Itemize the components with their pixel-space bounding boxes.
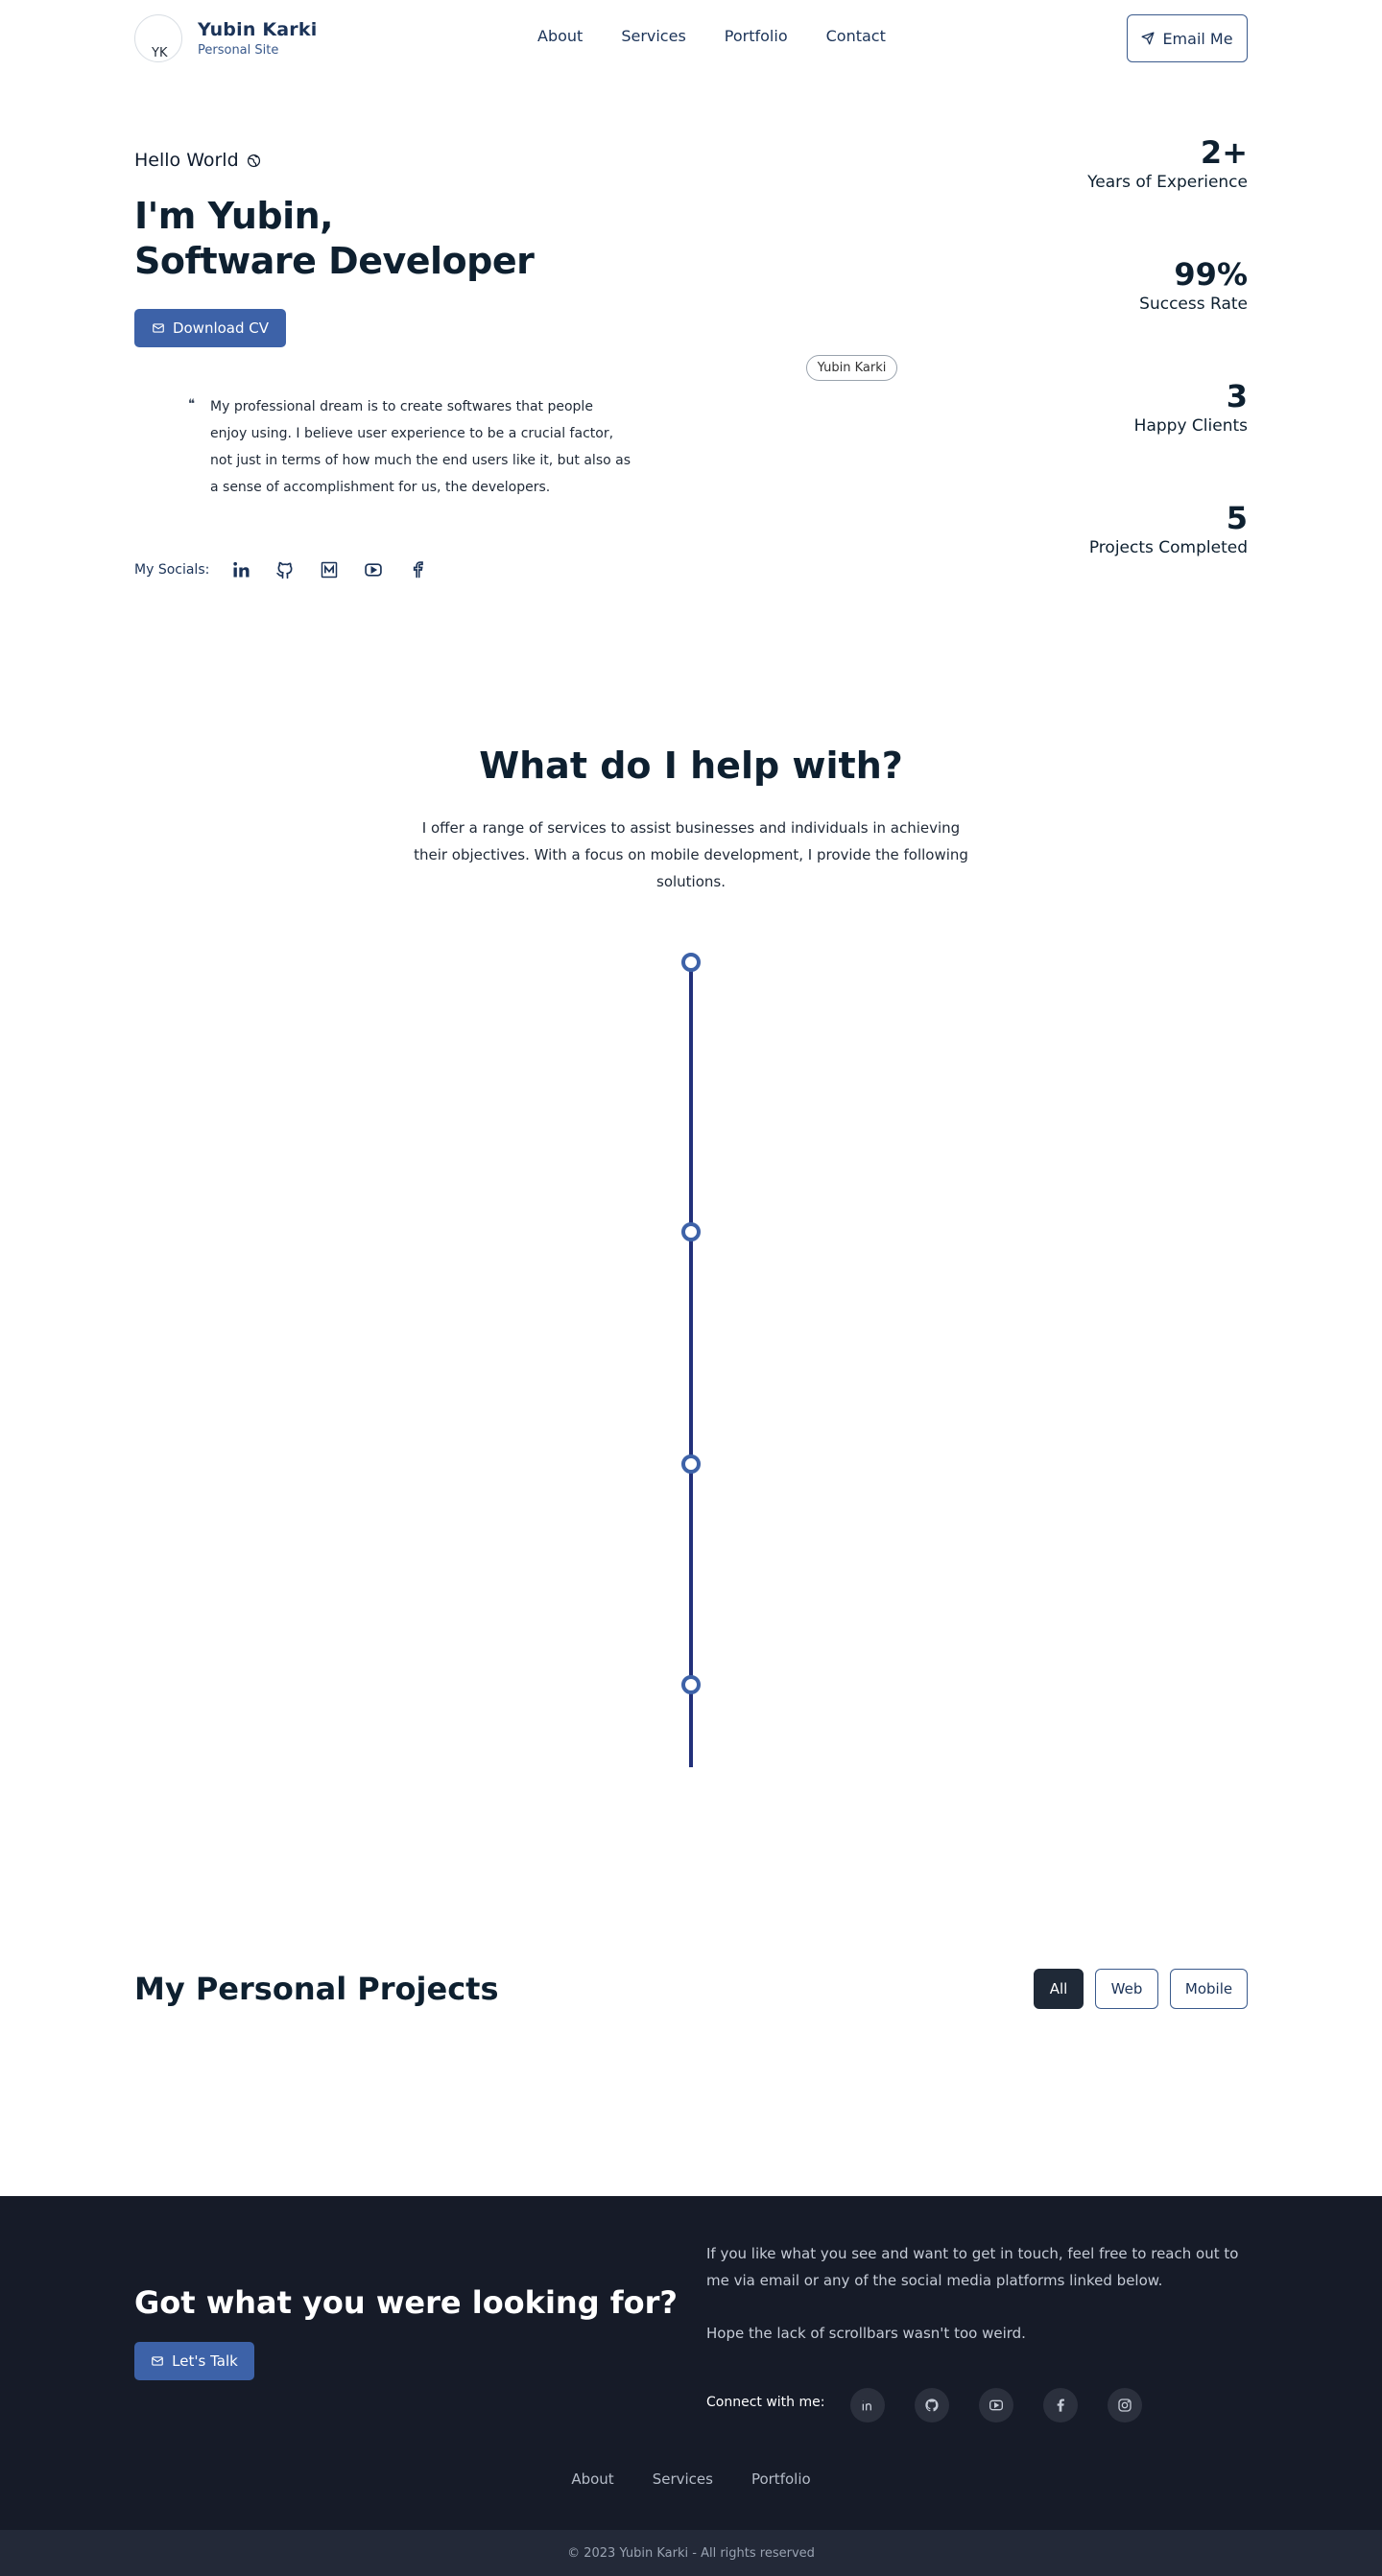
socials-label: My Socials: [134,562,210,578]
linkedin-icon[interactable] [230,559,251,580]
nav-portfolio[interactable]: Portfolio [725,27,788,45]
site-footer: Got what you were looking for? Let's Tal… [0,2196,1382,2576]
download-cv-button[interactable]: Download CV [134,309,286,347]
email-me-button[interactable]: Email Me [1127,14,1248,62]
filter-all[interactable]: All [1034,1969,1084,2009]
social-links [230,559,451,580]
mail-icon [152,2356,164,2366]
timeline-dot [681,1454,701,1474]
bio-text: My professional dream is to create softw… [210,399,631,495]
nav-contact[interactable]: Contact [826,27,886,45]
main-nav: About Services Portfolio Contact [537,27,924,45]
cta-title: Got what you were looking for? [134,2284,678,2321]
copyright-bar: © 2023 Yubin Karki - All rights reserved [0,2530,1382,2576]
timeline-dot [681,1675,701,1694]
timeline-dot [681,953,701,972]
nav-about[interactable]: About [537,27,583,45]
brand-subtitle: Personal Site [198,43,279,58]
footer-nav: About Services Portfolio [0,2470,1382,2488]
project-filters: All Web Mobile [1022,1969,1248,2009]
stat-projects-completed: 5 Projects Completed [1088,500,1248,557]
facebook-icon[interactable] [1043,2388,1078,2422]
site-header: YK Yubin Karki Personal Site About Servi… [0,0,1382,75]
github-icon[interactable] [274,559,296,580]
brand-name: Yubin Karki [198,19,318,40]
quote-icon: ❝ [188,397,195,412]
footer-nav-about[interactable]: About [571,2470,613,2488]
connect-label: Connect with me: [706,2395,825,2410]
globe-icon [247,154,260,167]
footer-text: If you like what you see and want to get… [706,2245,1239,2342]
linkedin-icon[interactable] [850,2388,885,2422]
services-title: What do I help with? [479,744,903,787]
youtube-icon[interactable] [363,559,384,580]
mail-icon [153,323,164,333]
stat-happy-clients: 3 Happy Clients [1133,378,1248,436]
lets-talk-button[interactable]: Let's Talk [134,2342,254,2380]
services-description: I offer a range of services to assist bu… [414,819,968,890]
timeline-dot [681,1222,701,1241]
greeting: Hello World [134,150,261,171]
filter-mobile[interactable]: Mobile [1170,1969,1248,2009]
instagram-icon[interactable] [1108,2388,1142,2422]
brand[interactable]: YK Yubin Karki Personal Site [134,14,317,62]
send-icon [1141,32,1155,45]
stat-experience: 2+ Years of Experience [1087,134,1248,192]
services-timeline [689,961,693,1767]
stat-success-rate: 99% Success Rate [1139,256,1248,314]
github-icon[interactable] [915,2388,949,2422]
facebook-icon[interactable] [407,559,428,580]
copyright-text: © 2023 Yubin Karki - All rights reserved [567,2545,815,2561]
hero-title: I'm Yubin, Software Developer [134,195,535,282]
projects-title: My Personal Projects [134,1971,499,2007]
youtube-icon[interactable] [979,2388,1013,2422]
nav-services[interactable]: Services [621,27,685,45]
filter-web[interactable]: Web [1095,1969,1158,2009]
footer-nav-services[interactable]: Services [653,2470,713,2488]
medium-icon[interactable] [319,559,340,580]
avatar: YK [134,14,182,62]
profile-image: Yubin Karki [806,355,897,381]
footer-nav-portfolio[interactable]: Portfolio [751,2470,811,2488]
